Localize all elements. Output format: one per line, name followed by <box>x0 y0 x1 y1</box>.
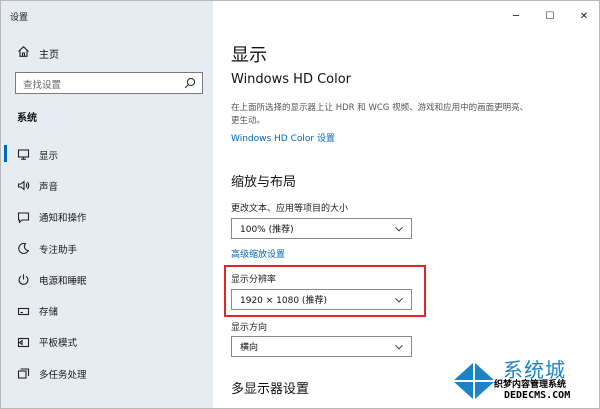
multitask-icon <box>17 367 30 380</box>
section-title: 系统 <box>17 113 37 124</box>
advanced-scaling-link[interactable]: 高级缩放设置 <box>231 247 285 260</box>
sidebar-item-focus-assist[interactable]: 专注助手 <box>1 233 213 264</box>
power-icon <box>17 273 30 286</box>
sidebar-item-storage[interactable]: 存储 <box>1 295 213 326</box>
scale-layout-heading: 缩放与布局 <box>231 175 297 190</box>
watermark-domain: DEDECMS.COM <box>504 390 571 401</box>
sidebar-home[interactable]: 主页 <box>17 45 59 61</box>
window-controls: ─ ☐ ✕ <box>499 1 599 31</box>
sidebar-item-label: 通知和操作 <box>39 213 87 225</box>
chevron-down-icon <box>395 344 403 350</box>
sidebar-item-display[interactable]: 显示 <box>1 139 213 170</box>
sidebar-item-tablet-mode[interactable]: 平板模式 <box>1 327 213 358</box>
orientation-dropdown[interactable]: 横向 <box>231 336 412 357</box>
resolution-label: 显示分辨率 <box>231 275 277 285</box>
maximize-button[interactable]: ☐ <box>533 1 567 31</box>
page-title: 显示 <box>231 45 267 66</box>
sidebar: 设置 主页 系统 显示 声音 通知和操作 <box>1 1 213 408</box>
scale-dropdown[interactable]: 100% (推荐) <box>231 218 412 239</box>
search-box <box>15 72 203 96</box>
close-button[interactable]: ✕ <box>567 1 599 31</box>
tablet-icon <box>17 336 30 349</box>
notification-icon <box>17 211 30 224</box>
sidebar-nav: 显示 声音 通知和操作 专注助手 电源和睡眠 存储 平板模式 多任务处理 <box>1 139 213 389</box>
storage-icon <box>17 305 30 318</box>
orientation-dropdown-value: 横向 <box>240 343 259 353</box>
scale-dropdown-value: 100% (推荐) <box>240 225 294 235</box>
chevron-down-icon <box>395 297 403 303</box>
sidebar-home-label: 主页 <box>39 49 59 61</box>
hd-color-heading: Windows HD Color <box>231 72 352 87</box>
watermark: 系统城 织梦内容管理系统 DEDECMS.COM <box>449 346 599 408</box>
hd-color-description: 在上面所选择的显示器上让 HDR 和 WCG 视频、游戏和应用中的画面更明亮、更… <box>231 103 529 126</box>
sidebar-item-power-sleep[interactable]: 电源和睡眠 <box>1 264 213 295</box>
orientation-label: 显示方向 <box>231 323 268 333</box>
monitor-icon <box>17 148 30 161</box>
windows-logo-icon <box>453 362 495 400</box>
sidebar-item-label: 平板模式 <box>39 338 78 350</box>
settings-window: 设置 主页 系统 显示 声音 通知和操作 <box>0 0 600 409</box>
sidebar-item-label: 电源和睡眠 <box>39 275 87 287</box>
sidebar-item-label: 存储 <box>39 307 59 319</box>
watermark-subtitle: 织梦内容管理系统 <box>494 380 567 390</box>
moon-icon <box>17 242 30 255</box>
resolution-dropdown-value: 1920 × 1080 (推荐) <box>240 296 327 306</box>
sidebar-item-label: 声音 <box>39 181 59 193</box>
sidebar-item-label: 专注助手 <box>39 244 78 256</box>
minimize-button[interactable]: ─ <box>499 1 533 31</box>
multi-display-heading: 多显示器设置 <box>231 382 310 397</box>
sidebar-item-sound[interactable]: 声音 <box>1 170 213 201</box>
search-input[interactable] <box>16 75 176 96</box>
home-icon <box>17 45 30 61</box>
sidebar-item-label: 多任务处理 <box>39 369 87 381</box>
resolution-dropdown[interactable]: 1920 × 1080 (推荐) <box>231 289 412 310</box>
hd-color-settings-link[interactable]: Windows HD Color 设置 <box>231 131 335 144</box>
sidebar-item-multitasking[interactable]: 多任务处理 <box>1 358 213 389</box>
sidebar-item-notifications[interactable]: 通知和操作 <box>1 202 213 233</box>
speaker-icon <box>17 179 30 192</box>
app-title: 设置 <box>10 13 29 23</box>
scale-label: 更改文本、应用等项目的大小 <box>231 204 349 214</box>
chevron-down-icon <box>395 226 403 232</box>
sidebar-item-label: 显示 <box>39 150 59 162</box>
search-icon[interactable] <box>184 77 196 89</box>
